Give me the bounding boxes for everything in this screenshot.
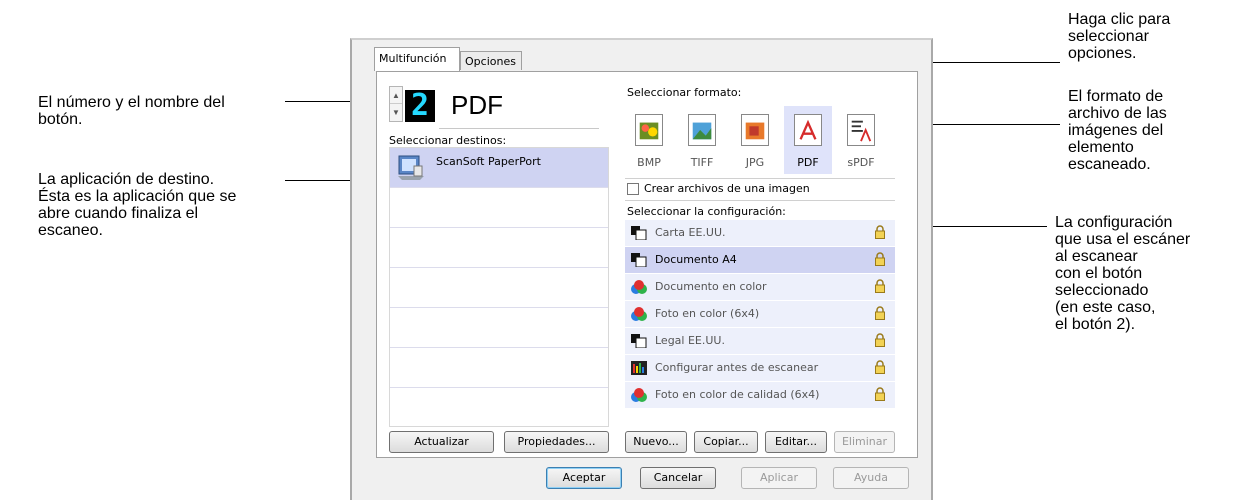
bw-document-icon <box>631 334 647 348</box>
callout-settings: La configuración que usa el escáner al e… <box>1055 214 1191 333</box>
spin-down-icon[interactable]: ▼ <box>390 104 402 121</box>
format-tiff[interactable]: TIFF <box>678 106 726 174</box>
format-pdf[interactable]: PDF <box>784 106 832 174</box>
help-button[interactable]: Ayuda <box>833 467 909 489</box>
format-label: PDF <box>797 156 819 169</box>
list-item-empty <box>390 188 608 228</box>
config-label: Configurar antes de escanear <box>655 361 819 374</box>
apply-button[interactable]: Aplicar <box>741 467 817 489</box>
tab-opciones[interactable]: Opciones <box>460 51 522 70</box>
destination-label: ScanSoft PaperPort <box>436 155 541 168</box>
format-label: sPDF <box>847 156 875 169</box>
config-label: Carta EE.UU. <box>655 226 726 239</box>
delete-button[interactable]: Eliminar <box>834 431 895 453</box>
callout-file-format: El formato de archivo de las imágenes de… <box>1068 88 1167 173</box>
select-destinations-label: Seleccionar destinos: <box>389 134 507 147</box>
config-label: Documento en color <box>655 280 767 293</box>
configure-icon <box>631 361 647 375</box>
config-item-carta[interactable]: Carta EE.UU. <box>625 220 895 246</box>
list-item-empty <box>390 268 608 308</box>
configuration-list[interactable]: Carta EE.UU. Documento A4 Documento en c… <box>625 220 895 409</box>
lock-icon <box>875 252 885 266</box>
config-label: Foto en color de calidad (6x4) <box>655 388 820 401</box>
config-item-documento-color[interactable]: Documento en color <box>625 274 895 300</box>
lock-icon <box>875 225 885 239</box>
list-item-empty <box>390 308 608 348</box>
divider <box>439 128 599 129</box>
color-document-icon <box>631 388 647 402</box>
lock-icon <box>875 360 885 374</box>
select-format-label: Seleccionar formato: <box>627 86 742 99</box>
bw-document-icon <box>631 253 647 267</box>
divider <box>625 178 895 179</box>
callout-click-options: Haga clic para seleccionar opciones. <box>1068 11 1171 62</box>
tab-panel: ▲ ▼ 2 PDF Seleccionar destinos: ScanSoft… <box>376 71 918 458</box>
select-config-label: Seleccionar la configuración: <box>627 205 786 218</box>
spin-up-icon[interactable]: ▲ <box>390 87 402 104</box>
bw-document-icon <box>631 226 647 240</box>
format-label: TIFF <box>690 156 714 169</box>
callout-destination-app: La aplicación de destino. Ésta es la apl… <box>38 171 237 239</box>
color-document-icon <box>631 307 647 321</box>
format-bmp[interactable]: BMP <box>625 106 673 174</box>
format-label: JPG <box>745 156 765 169</box>
format-label: BMP <box>637 156 661 169</box>
format-spdf[interactable]: sPDF <box>837 106 885 174</box>
cancel-button[interactable]: Cancelar <box>640 467 716 489</box>
config-item-foto-calidad[interactable]: Foto en color de calidad (6x4) <box>625 382 895 408</box>
jpg-icon <box>741 114 769 146</box>
button-number-spinner[interactable]: ▲ ▼ <box>389 86 403 122</box>
lock-icon <box>875 387 885 401</box>
new-button[interactable]: Nuevo... <box>625 431 687 453</box>
color-document-icon <box>631 280 647 294</box>
refresh-button[interactable]: Actualizar <box>389 431 494 453</box>
destination-list[interactable]: ScanSoft PaperPort <box>389 147 609 427</box>
divider <box>625 200 895 201</box>
config-label: Legal EE.UU. <box>655 334 725 347</box>
button-properties-dialog: Multifunción Opciones ▲ ▼ 2 PDF Seleccio… <box>350 38 933 500</box>
single-image-checkbox-label: Crear archivos de una imagen <box>644 182 810 195</box>
bmp-icon <box>635 114 663 146</box>
config-item-documento-a4[interactable]: Documento A4 <box>625 247 895 273</box>
format-jpg[interactable]: JPG <box>731 106 779 174</box>
list-item-empty <box>390 348 608 388</box>
pdf-icon <box>794 114 822 146</box>
button-number-display: 2 <box>405 90 435 122</box>
lock-icon <box>875 279 885 293</box>
button-name: PDF <box>451 90 503 120</box>
copy-button[interactable]: Copiar... <box>694 431 758 453</box>
tab-multifuncion[interactable]: Multifunción <box>374 47 460 71</box>
list-item-destination[interactable]: ScanSoft PaperPort <box>390 148 608 188</box>
edit-button[interactable]: Editar... <box>765 431 827 453</box>
lock-icon <box>875 333 885 347</box>
config-item-configurar[interactable]: Configurar antes de escanear <box>625 355 895 381</box>
tiff-icon <box>688 114 716 146</box>
list-item-empty <box>390 228 608 268</box>
paperport-icon <box>398 155 424 180</box>
format-selector: BMP TIFF JPG PDF sPDF <box>625 106 895 174</box>
lock-icon <box>875 306 885 320</box>
config-item-foto-color[interactable]: Foto en color (6x4) <box>625 301 895 327</box>
config-label: Documento A4 <box>655 253 737 266</box>
config-label: Foto en color (6x4) <box>655 307 760 320</box>
single-image-checkbox[interactable] <box>627 183 639 195</box>
ok-button[interactable]: Aceptar <box>546 467 622 489</box>
config-item-legal[interactable]: Legal EE.UU. <box>625 328 895 354</box>
properties-button[interactable]: Propiedades... <box>504 431 609 453</box>
spdf-icon <box>847 114 875 146</box>
callout-button-number: El número y el nombre del botón. <box>38 94 225 128</box>
